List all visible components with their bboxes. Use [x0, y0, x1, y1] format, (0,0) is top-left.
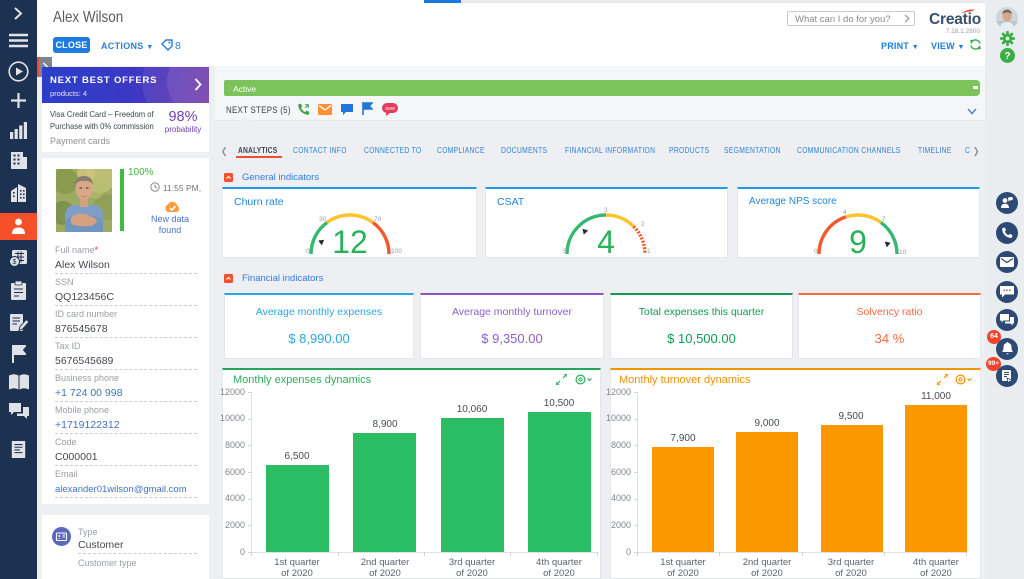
svg-text:?: ? — [1004, 51, 1010, 62]
svg-text:SMS: SMS — [385, 106, 395, 111]
svg-text:$: $ — [13, 259, 17, 266]
